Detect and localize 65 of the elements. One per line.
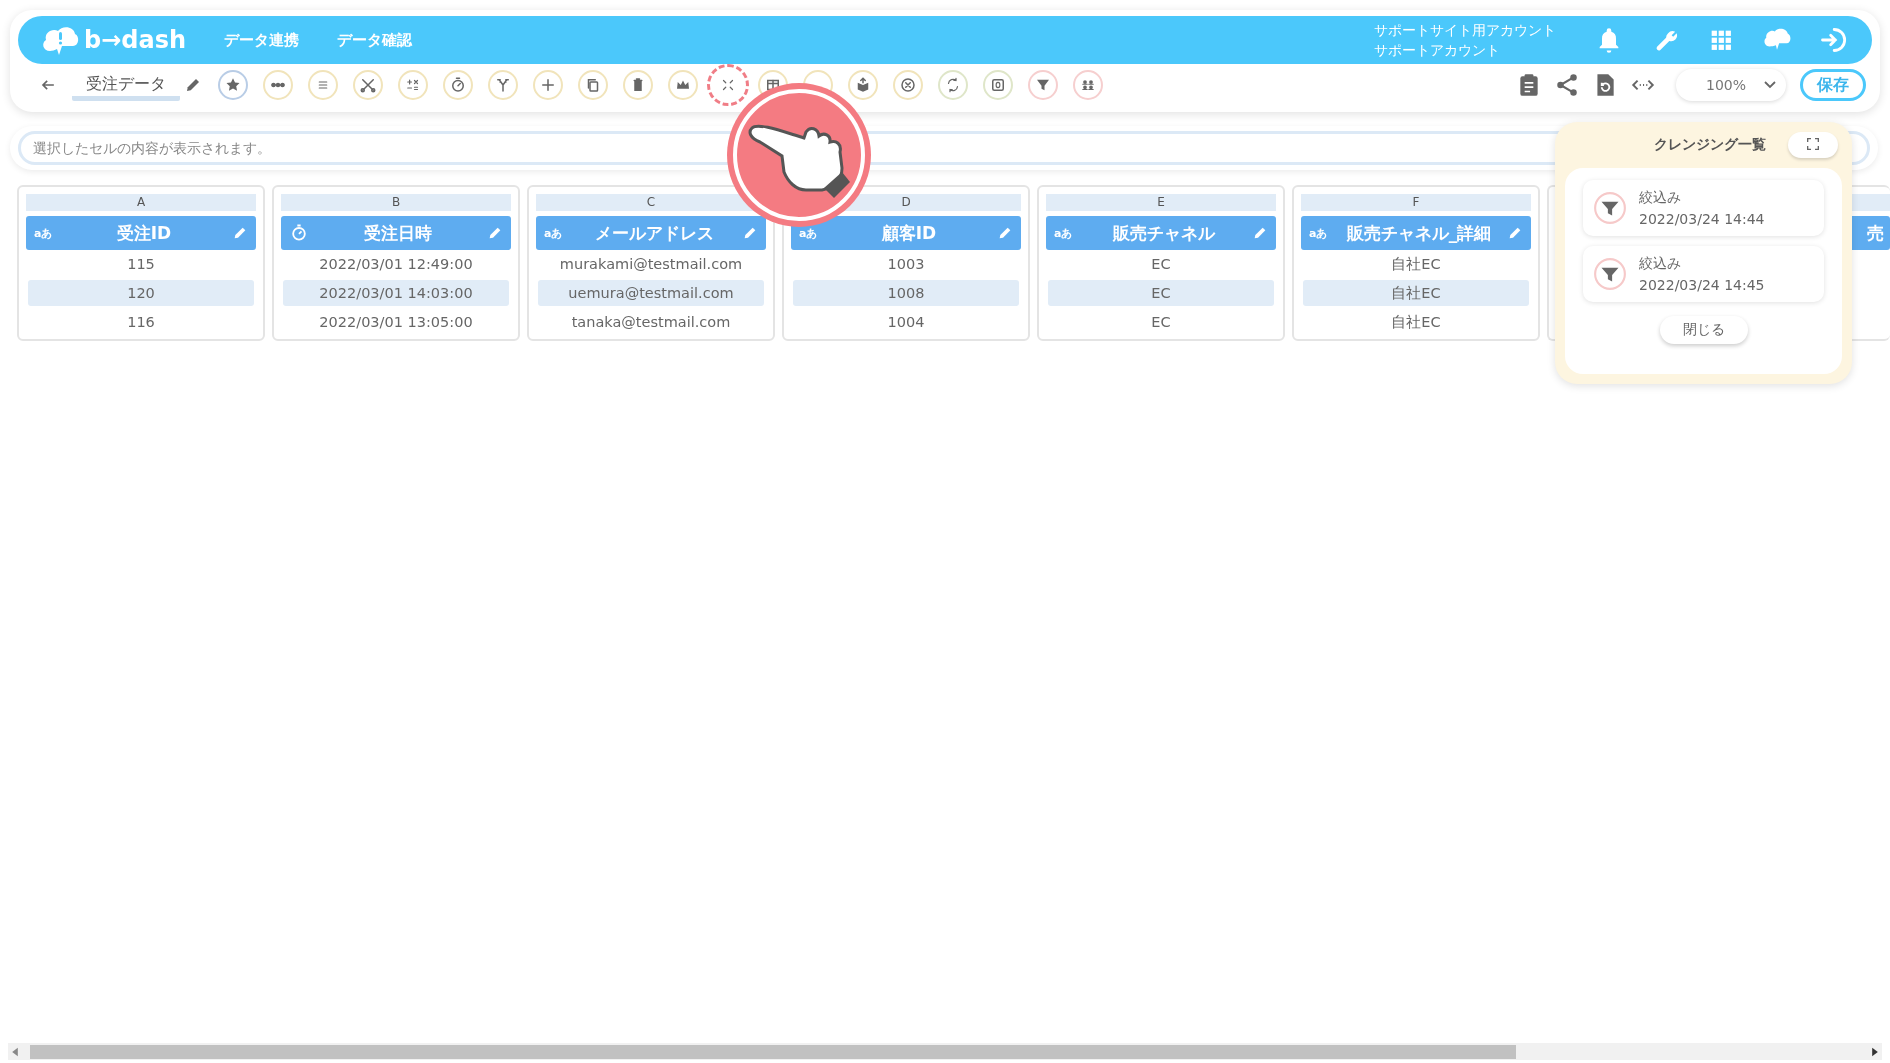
column-letter: A bbox=[26, 194, 256, 211]
panel-title: クレンジング一覧 bbox=[1654, 136, 1766, 154]
table-cell: 120 bbox=[28, 280, 254, 306]
account-name: サポートサイト用アカウント bbox=[1374, 21, 1556, 40]
type-label: aあ bbox=[799, 225, 819, 241]
column-letter: E bbox=[1046, 194, 1276, 211]
logo-text: b→dash bbox=[84, 26, 187, 54]
save-button[interactable]: 保存 bbox=[1800, 69, 1866, 101]
expand-icon bbox=[1805, 136, 1821, 152]
item-date: 2022/03/24 14:45 bbox=[1639, 276, 1765, 295]
close-button[interactable]: 閉じる bbox=[1659, 316, 1748, 344]
filter-icon bbox=[1593, 191, 1627, 225]
table-cell-text: murakami@testmail.com bbox=[558, 255, 744, 274]
table-cell: EC bbox=[1048, 280, 1274, 306]
tool-button[interactable] bbox=[1072, 70, 1103, 100]
table-cell-text: 2022/03/01 12:49:00 bbox=[318, 255, 474, 274]
table-cell-text: EC bbox=[1150, 255, 1172, 274]
table-cell-text: 115 bbox=[126, 255, 156, 274]
column-header[interactable]: aあ 販売チャネル bbox=[1046, 216, 1276, 250]
share-icon[interactable] bbox=[1554, 72, 1580, 98]
type-label: aあ bbox=[1054, 225, 1074, 241]
column-header[interactable]: aあ メールアドレス bbox=[536, 216, 766, 250]
filter-icon bbox=[1593, 257, 1627, 291]
table-cell-text: 1003 bbox=[886, 255, 926, 274]
type-label: aあ bbox=[34, 225, 54, 241]
table-cell-text: 116 bbox=[126, 313, 156, 332]
item-label: 絞込み bbox=[1639, 188, 1682, 207]
item-label: 絞込み bbox=[1639, 254, 1682, 273]
tool-button[interactable] bbox=[217, 70, 248, 100]
table-cell: 自社EC bbox=[1303, 280, 1529, 306]
column-header[interactable]: aあ 顧客ID bbox=[791, 216, 1021, 250]
item-date: 2022/03/24 14:44 bbox=[1639, 210, 1765, 229]
stopwatch-icon bbox=[289, 223, 309, 243]
table-cell: uemura@testmail.com bbox=[538, 280, 764, 306]
table-cell-text: EC bbox=[1150, 313, 1172, 332]
scrollbar-thumb[interactable] bbox=[30, 1044, 1516, 1059]
cleansing-item[interactable]: 絞込み 2022/03/24 14:45 bbox=[1583, 246, 1824, 302]
horizontal-scrollbar[interactable] bbox=[8, 1043, 1882, 1060]
type-label: aあ bbox=[1309, 225, 1329, 241]
table-cell-text: tanaka@testmail.com bbox=[570, 313, 732, 332]
scissors-icon bbox=[358, 76, 377, 94]
table-cell-text: 2022/03/01 13:05:00 bbox=[318, 313, 474, 332]
sheet-title: 受注データ bbox=[72, 73, 180, 101]
tool-button[interactable] bbox=[706, 64, 749, 106]
tool-button[interactable] bbox=[1027, 70, 1058, 100]
column-letter: F bbox=[1301, 194, 1531, 211]
table-cell-text: 自社EC bbox=[1390, 255, 1442, 274]
column-header[interactable]: aあ 受注ID bbox=[26, 216, 256, 250]
cleansing-item[interactable]: 絞込み 2022/03/24 14:44 bbox=[1583, 180, 1824, 236]
type-label: aあ bbox=[544, 225, 564, 241]
account-name: サポートアカウント bbox=[1374, 41, 1501, 60]
expand-button[interactable] bbox=[1788, 132, 1838, 158]
table-cell: 1008 bbox=[793, 280, 1019, 306]
zoom-select[interactable]: 100% bbox=[1676, 69, 1786, 101]
caret-icon bbox=[1764, 81, 1776, 89]
column-letter: B bbox=[281, 194, 511, 211]
table-cell-text: 自社EC bbox=[1390, 313, 1442, 332]
nav-link[interactable]: データ確認 bbox=[337, 30, 413, 50]
nav-link[interactable]: データ連携 bbox=[224, 30, 300, 50]
column-header[interactable]: 受注日時 bbox=[281, 216, 511, 250]
pencil-icon[interactable] bbox=[184, 76, 202, 94]
table-cell: 2022/03/01 14:03:00 bbox=[283, 280, 509, 306]
xcircle-icon bbox=[898, 76, 917, 94]
table-cell-text: 1004 bbox=[886, 313, 926, 332]
column-header[interactable]: aあ 販売チャネル_詳細 bbox=[1301, 216, 1531, 250]
